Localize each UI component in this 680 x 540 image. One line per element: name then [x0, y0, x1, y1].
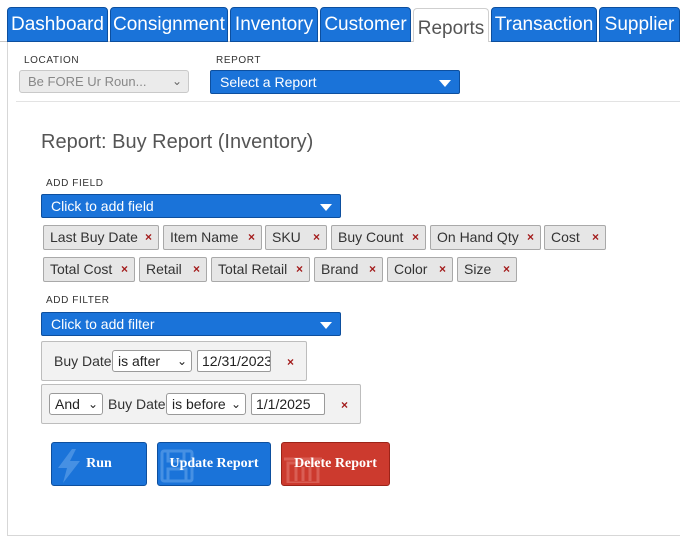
add-filter-select[interactable]: Click to add filter — [41, 312, 341, 336]
remove-filter-icon[interactable]: × — [287, 355, 294, 369]
field-chip: Last Buy Date × — [43, 225, 159, 250]
add-filter-label: ADD FILTER — [46, 295, 110, 306]
run-button[interactable]: Run — [51, 442, 147, 486]
field-chip: Total Cost × — [43, 257, 135, 282]
field-chip-label: Total Retail — [218, 261, 288, 277]
filter-join-value: And — [55, 396, 80, 412]
remove-icon[interactable]: × — [145, 226, 152, 249]
field-chip-label: Color — [394, 261, 428, 277]
remove-icon[interactable]: × — [313, 226, 320, 249]
field-chip: Buy Count × — [331, 225, 426, 250]
add-field-label: ADD FIELD — [46, 178, 104, 189]
caret-down-icon — [320, 322, 332, 329]
tab-reports[interactable]: Reports — [413, 8, 489, 43]
field-chip-label: Brand — [321, 261, 359, 277]
remove-icon[interactable]: × — [248, 226, 255, 249]
tab-transaction[interactable]: Transaction — [491, 7, 597, 42]
filter-field-label: Buy Date — [54, 353, 112, 369]
report-select-value: Select a Report — [220, 74, 317, 90]
add-field-select[interactable]: Click to add field — [41, 194, 341, 218]
field-chip-label: On Hand Qty — [437, 229, 519, 245]
chevron-down-icon: ⌄ — [230, 397, 241, 411]
field-chip: On Hand Qty × — [430, 225, 541, 250]
field-chip-label: Last Buy Date — [50, 229, 138, 245]
filter-operator-select[interactable]: is after ⌄ — [112, 350, 192, 372]
field-chip: Total Retail × — [211, 257, 310, 282]
filter-join-select[interactable]: And ⌄ — [49, 393, 103, 415]
caret-down-icon — [439, 80, 451, 87]
filter-operator-select[interactable]: is before ⌄ — [166, 393, 246, 415]
remove-icon[interactable]: × — [193, 258, 200, 281]
field-chip: Size × — [457, 257, 517, 282]
field-chip-label: Cost — [551, 229, 580, 245]
location-label: LOCATION — [24, 55, 80, 66]
field-chip-label: Buy Count — [338, 229, 404, 245]
update-report-button[interactable]: Update Report — [157, 442, 271, 486]
update-report-label: Update Report — [169, 456, 259, 471]
tab-inventory[interactable]: Inventory — [230, 7, 318, 42]
filter-value-input[interactable]: 12/31/2023 — [197, 350, 271, 372]
remove-icon[interactable]: × — [592, 226, 599, 249]
remove-icon[interactable]: × — [412, 226, 419, 249]
remove-icon[interactable]: × — [369, 258, 376, 281]
field-chip-label: Size — [464, 261, 492, 277]
field-chip: Color × — [387, 257, 453, 282]
remove-icon[interactable]: × — [503, 258, 510, 281]
run-button-label: Run — [86, 456, 112, 471]
field-chip-label: Item Name — [170, 229, 239, 245]
field-chip: Item Name × — [163, 225, 262, 250]
field-chip: SKU × — [265, 225, 327, 250]
caret-down-icon — [320, 204, 332, 211]
report-title: Report: Buy Report (Inventory) — [41, 131, 314, 153]
delete-report-label: Delete Report — [294, 456, 377, 471]
chevron-down-icon: ⌄ — [171, 74, 182, 88]
remove-icon[interactable]: × — [527, 226, 534, 249]
remove-icon[interactable]: × — [296, 258, 303, 281]
filter-operator-value: is before — [172, 396, 226, 412]
remove-icon[interactable]: × — [439, 258, 446, 281]
field-chip-label: SKU — [272, 229, 301, 245]
field-chip-label: Total Cost — [50, 261, 113, 277]
filter-operator-value: is after — [118, 353, 161, 369]
add-field-placeholder: Click to add field — [51, 198, 154, 214]
add-filter-placeholder: Click to add filter — [51, 316, 155, 332]
tab-customer[interactable]: Customer — [320, 7, 411, 42]
remove-filter-icon[interactable]: × — [341, 398, 348, 412]
tab-consignment[interactable]: Consignment — [110, 7, 228, 42]
tab-supplier[interactable]: Supplier — [599, 7, 680, 42]
chevron-down-icon: ⌄ — [87, 397, 98, 411]
chevron-down-icon: ⌄ — [176, 354, 187, 368]
filter-value-input[interactable]: 1/1/2025 — [251, 393, 325, 415]
field-chip: Brand × — [314, 257, 383, 282]
report-label: REPORT — [216, 55, 262, 66]
location-value: Be FORE Ur Roun... — [28, 74, 147, 89]
field-chip-label: Retail — [146, 261, 182, 277]
main-tab-bar: Dashboard Consignment Inventory Customer… — [0, 0, 680, 43]
field-chip: Cost × — [544, 225, 606, 250]
tab-dashboard[interactable]: Dashboard — [7, 7, 108, 42]
delete-report-button[interactable]: Delete Report — [281, 442, 390, 486]
field-chip: Retail × — [139, 257, 207, 282]
location-select: Be FORE Ur Roun... ⌄ — [19, 70, 189, 93]
report-select[interactable]: Select a Report — [210, 70, 460, 94]
filter-field-label: Buy Date — [108, 396, 166, 412]
remove-icon[interactable]: × — [121, 258, 128, 281]
lightning-icon — [58, 449, 80, 483]
divider — [16, 101, 680, 102]
